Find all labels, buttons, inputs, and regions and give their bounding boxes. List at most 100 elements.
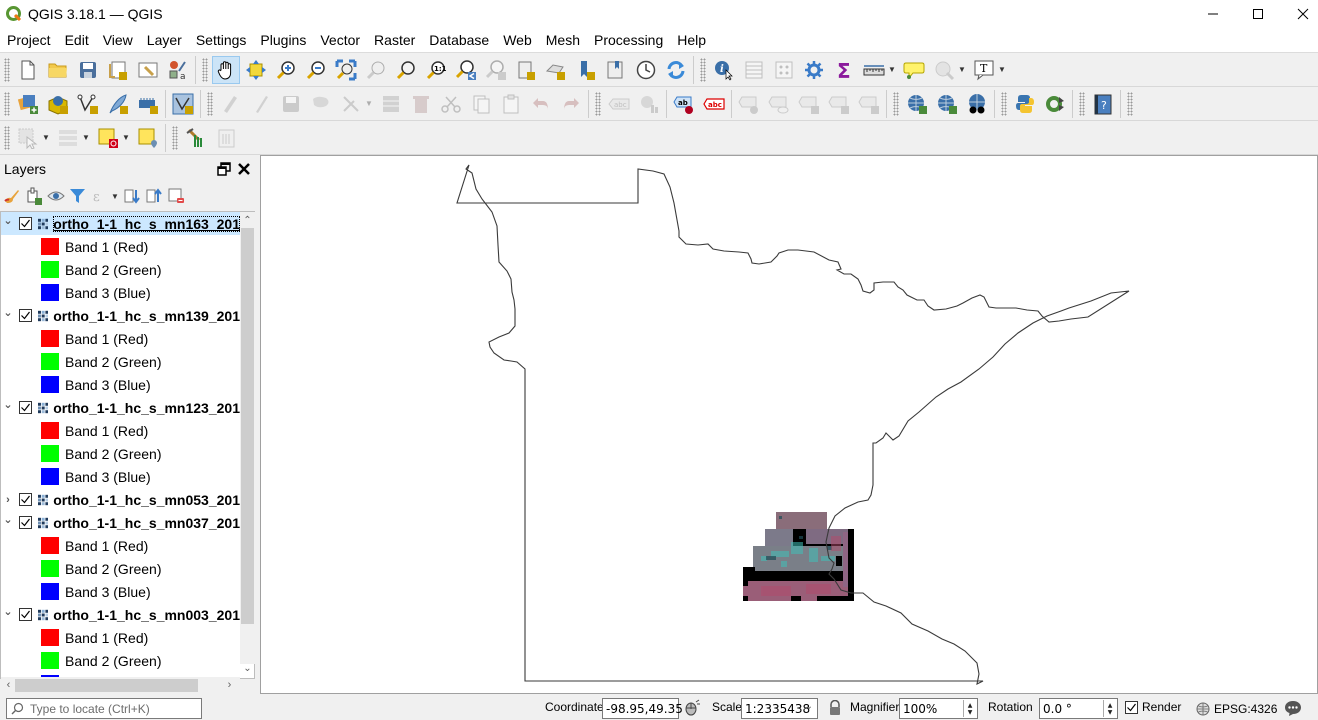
save-project-button[interactable] [74,56,102,84]
filter-expression-dropdown[interactable]: ▼ [110,186,120,206]
pan-to-selection-button[interactable] [242,56,270,84]
style-manager-button[interactable]: a [164,56,192,84]
help-contents-button[interactable]: ? [1089,90,1117,118]
copy-features-button[interactable] [467,90,495,118]
diagram-toolbar-button[interactable] [635,90,663,118]
metasearch-button[interactable] [933,90,961,118]
select-by-attribute-button[interactable] [54,124,82,152]
add-feature-button[interactable] [307,90,335,118]
select-location-dropdown[interactable]: ▼ [957,56,967,84]
vertex-tool-dropdown[interactable]: ▼ [364,90,374,118]
menu-edit[interactable]: Edit [58,28,96,52]
add-group-button[interactable] [24,186,44,206]
band-legend-item[interactable]: Band 3 (Blue) [1,373,240,396]
remove-layer-button[interactable] [166,186,186,206]
toggle-editing-button[interactable] [247,90,275,118]
band-legend-item[interactable]: Band 3 (Blue) [1,281,240,304]
close-button[interactable] [1280,0,1318,28]
print-layout-button[interactable] [212,124,240,152]
toolbar-grip[interactable] [595,91,601,116]
measure-dropdown[interactable]: ▼ [887,56,897,84]
menu-mesh[interactable]: Mesh [539,28,587,52]
toolbar-grip[interactable] [4,125,10,150]
layer-visibility-checkbox[interactable] [18,401,32,414]
new-virtual-layer-button[interactable] [134,90,162,118]
new-project-button[interactable] [14,56,42,84]
save-layer-edits-button[interactable] [277,90,305,118]
rotation-spinbox[interactable]: 0.0 ° ▲ ▼ [1039,698,1118,719]
zoom-native-button[interactable]: 1:1 [422,56,450,84]
menu-help[interactable]: Help [670,28,713,52]
cut-features-button[interactable] [437,90,465,118]
temporal-controller-button[interactable] [632,56,660,84]
plugin-manager-button[interactable] [1041,90,1069,118]
toolbar-grip[interactable] [1127,91,1133,116]
new-geopackage-layer-button[interactable] [44,90,72,118]
scale-combobox[interactable]: 1:2335438 ⌄ [741,698,818,719]
toolbar-grip[interactable] [207,91,213,116]
toolbar-grip[interactable] [4,91,10,116]
layer-visibility-checkbox[interactable] [18,608,32,621]
wms-search-button[interactable] [903,90,931,118]
delete-selected-button[interactable] [407,90,435,118]
select-features-button[interactable] [14,124,42,152]
magnifier-spinbox[interactable]: 100% ▲ ▼ [899,698,978,719]
toolbar-grip[interactable] [172,125,178,150]
change-label-button[interactable] [825,90,853,118]
menu-vector[interactable]: Vector [313,28,367,52]
maximize-button[interactable] [1235,0,1281,28]
toolbar-grip[interactable] [893,91,899,116]
undo-button[interactable] [527,90,555,118]
paste-features-button[interactable] [497,90,525,118]
filter-legend-button[interactable] [68,186,88,206]
georeferencer-button[interactable] [182,124,210,152]
modify-attributes-button[interactable] [377,90,405,118]
new-shapefile-layer-button[interactable] [74,90,102,118]
open-field-calculator-button[interactable] [770,56,798,84]
layer-visibility-checkbox[interactable] [18,493,32,506]
expand-chevron-icon[interactable]: › [2,494,14,506]
label-toolbar-button[interactable]: abc [605,90,633,118]
rotation-spin-buttons[interactable]: ▲ ▼ [1103,700,1116,717]
zoom-full-button[interactable] [332,56,360,84]
render-checkbox[interactable] [1125,701,1138,714]
menu-project[interactable]: Project [0,28,58,52]
band-legend-item[interactable]: Band 1 (Red) [1,327,240,350]
crs-button[interactable]: EPSG:4326 [1196,700,1277,718]
band-legend-item[interactable]: Band 3 (Blue) [1,465,240,488]
expand-all-button[interactable] [122,186,142,206]
open-project-button[interactable] [44,56,72,84]
toggle-extents-button[interactable] [683,699,701,717]
menu-plugins[interactable]: Plugins [253,28,313,52]
layer-visibility-checkbox[interactable] [18,309,32,322]
python-console-button[interactable] [1011,90,1039,118]
layer-tree-item[interactable]: › ortho_1-1_hc_s_mn053_201 [1,488,240,511]
statistical-summary-button[interactable]: Σ [830,56,858,84]
select-attribute-dropdown[interactable]: ▼ [81,124,91,152]
highlight-pinned-labels-button[interactable]: ab [670,90,698,118]
text-annotation-button[interactable]: T [970,56,998,84]
new-spatial-bookmark-button[interactable] [512,56,540,84]
band-legend-item[interactable]: Band 2 (Green) [1,557,240,580]
menu-web[interactable]: Web [496,28,539,52]
layer-tree-item[interactable]: ⌄ ortho_1-1_hc_s_mn003_201 [1,603,240,626]
geocoding-button[interactable] [963,90,991,118]
locator-search[interactable]: Type to locate (Ctrl+K) [6,698,202,719]
band-legend-item[interactable]: Band 2 (Green) [1,258,240,281]
messages-button[interactable] [1283,699,1303,717]
show-hide-labels-button[interactable] [735,90,763,118]
collapse-chevron-icon[interactable]: ⌄ [2,398,14,411]
band-legend-item[interactable]: Band 1 (Red) [1,235,240,258]
select-by-location-point-button[interactable] [134,124,162,152]
zoom-last-button[interactable] [452,56,480,84]
toolbar-grip[interactable] [202,57,208,82]
scroll-down-arrow[interactable]: ⌄ [240,660,255,676]
band-legend-item[interactable]: Band 1 (Red) [1,626,240,649]
vscroll-thumb[interactable] [241,228,254,624]
hscroll-thumb[interactable] [15,679,198,692]
scroll-right-arrow[interactable]: › [222,677,237,693]
toolbar-grip[interactable] [1001,91,1007,116]
collapse-chevron-icon[interactable]: ⌄ [2,214,14,227]
band-legend-item[interactable]: Band 1 (Red) [1,419,240,442]
collapse-chevron-icon[interactable]: ⌄ [2,513,14,526]
